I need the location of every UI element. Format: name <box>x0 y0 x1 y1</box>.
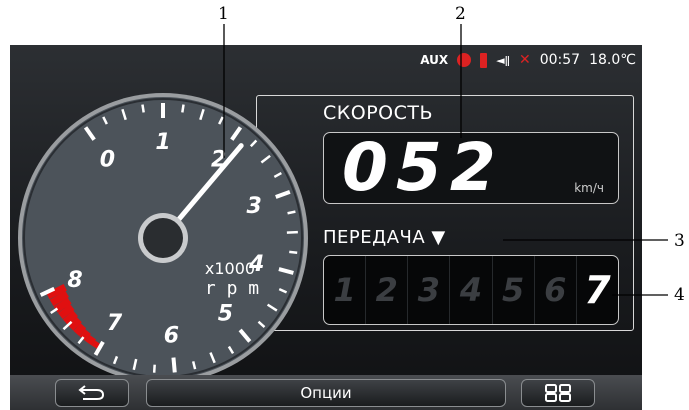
tick-mark <box>289 250 298 254</box>
needle-hub <box>143 218 183 258</box>
callout-2: 2 <box>455 4 466 24</box>
gear-cell-7: 7 <box>584 268 611 312</box>
temperature: 18.0℃ <box>589 52 636 68</box>
tick-mark <box>141 104 145 113</box>
redline-segment <box>85 334 97 346</box>
redline-segment <box>49 290 70 307</box>
tick-label: 5 <box>218 301 233 326</box>
tick-label: 8 <box>67 268 82 293</box>
redline-segment <box>46 284 67 300</box>
redline-segment <box>68 316 82 331</box>
disc-icon <box>457 53 472 67</box>
status-bar: AUX ◄ǁ ✕ 00:57 18.0℃ <box>420 50 636 70</box>
gear-cell-5: 5 <box>493 256 535 324</box>
grid-icon <box>545 384 571 402</box>
clock: 00:57 <box>539 52 581 68</box>
battery-icon <box>480 52 488 68</box>
back-button[interactable] <box>55 379 129 407</box>
speed-display: 052 km/ч <box>323 129 619 206</box>
callout-1: 1 <box>218 4 229 24</box>
gear-cell-6: 6 <box>535 256 577 324</box>
options-label: Опции <box>300 384 352 402</box>
rpm-multiplier: x1000 <box>205 259 255 278</box>
aux-indicator: AUX <box>420 53 449 67</box>
speed-label: СКОРОСТЬ <box>323 102 434 124</box>
gear-cell-1: 1 <box>324 256 367 324</box>
menu-grid-button[interactable] <box>521 379 595 407</box>
redline-segment <box>62 310 78 325</box>
callout-4: 4 <box>674 285 685 305</box>
tick-label: 1 <box>155 130 170 155</box>
speaker-icon: ◄ǁ <box>496 53 510 67</box>
redline-segment <box>73 323 87 336</box>
tick-label: 7 <box>107 311 123 336</box>
tick-mark <box>152 364 156 373</box>
tick-mark <box>171 357 177 373</box>
bottom-bar: Опции <box>10 375 642 410</box>
gear-cell-2: 2 <box>366 256 409 324</box>
redline-segment <box>53 297 72 313</box>
gear-cell-3: 3 <box>408 256 451 324</box>
tick-label: 6 <box>164 324 179 349</box>
tick-label: 0 <box>100 148 115 173</box>
gear-label[interactable]: ПЕРЕДАЧА ▼ <box>323 227 446 248</box>
device-screen: AUX ◄ǁ ✕ 00:57 18.0℃ СКОРОСТЬ 052 km/ч П… <box>10 45 642 410</box>
tick-mark <box>287 210 296 215</box>
back-arrow-icon <box>78 385 105 400</box>
callout-3: 3 <box>674 231 685 251</box>
options-button[interactable]: Опции <box>146 379 506 407</box>
tachometer: 012345678 x1000r p m <box>18 93 308 375</box>
tick-mark <box>181 104 185 113</box>
speed-value: 052 <box>342 129 504 206</box>
rpm-unit: r p m <box>205 278 259 299</box>
speed-unit: km/ч <box>574 181 604 195</box>
gear-indicator: 1234567 <box>323 255 619 325</box>
mute-bell-icon: ✕ <box>519 52 531 68</box>
redline-segment <box>58 304 75 320</box>
gear-cell-4: 4 <box>450 256 493 324</box>
tick-label: 3 <box>246 194 261 219</box>
